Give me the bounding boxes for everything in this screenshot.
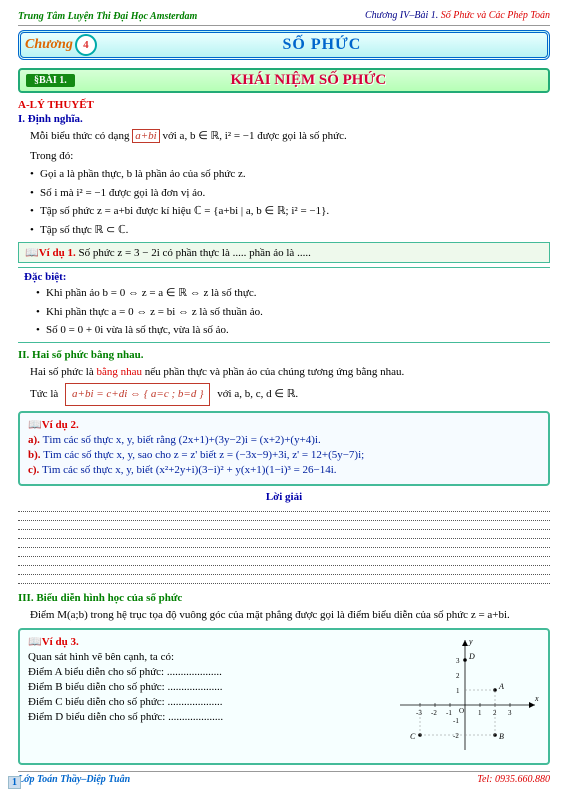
- bullet-4: Tập số thực ℝ ⊂ ℂ.: [40, 222, 550, 239]
- svg-text:1: 1: [456, 687, 460, 695]
- svg-text:D: D: [468, 652, 475, 661]
- ex2-a: Tìm các số thực x, y, biết rằng (2x+1)+(…: [43, 434, 321, 446]
- answer-line: [18, 538, 550, 539]
- book-icon: 📖: [28, 636, 42, 648]
- answer-line: [18, 574, 550, 575]
- loi-giai-title: Lời giải: [18, 491, 550, 503]
- svg-text:3: 3: [508, 709, 512, 717]
- header-right: Chương IV–Bài 1. Số Phức và Các Phép Toá…: [365, 10, 550, 21]
- section-a: A-LÝ THUYẾT: [18, 99, 550, 111]
- svg-text:C: C: [410, 732, 416, 741]
- ex1-body: Số phức z = 3 − 2i có phần thực là .....…: [76, 247, 311, 259]
- ex2-title: Ví dụ 2.: [42, 419, 79, 431]
- answer-line: [18, 583, 550, 584]
- svg-text:-2: -2: [453, 732, 459, 740]
- svg-text:3: 3: [456, 657, 460, 665]
- definition-text: Mỗi biểu thức có dạng a+bi với a, b ∈ ℝ,…: [30, 128, 550, 145]
- answer-line: [18, 547, 550, 548]
- bullet-2: Số i mà i² = −1 được gọi là đơn vị ảo.: [40, 185, 550, 202]
- svg-text:B: B: [499, 732, 504, 741]
- ex1-title: Ví dụ 1.: [39, 247, 76, 259]
- section-ii: II. Hai số phức bằng nhau.: [18, 349, 550, 361]
- svg-text:2: 2: [456, 672, 460, 680]
- svg-text:-3: -3: [416, 709, 422, 717]
- section-i: I. Định nghĩa.: [18, 113, 550, 125]
- p3-text: Điểm M(a;b) trong hệ trục tọa độ vuông g…: [30, 607, 550, 624]
- chapter-number: 4: [75, 34, 97, 56]
- ex3-b: Điểm B biểu diễn cho số phức: ..........…: [28, 681, 390, 693]
- svg-text:O: O: [459, 707, 464, 715]
- header-left: Trung Tâm Luyện Thi Đại Học Amsterdam: [18, 11, 197, 22]
- answer-line: [18, 565, 550, 566]
- chapter-title: SỐ PHỨC: [97, 36, 547, 54]
- dac-biet-box: Đặc biệt: Khi phần ảo b = 0 ⇔ z = a ∈ ℝ …: [18, 267, 550, 343]
- svg-text:-1: -1: [453, 717, 459, 725]
- answer-line: [18, 556, 550, 557]
- example-2-box: 📖Ví dụ 2. a). Tìm các số thực x, y, biết…: [18, 411, 550, 486]
- footer: Lớp Toán Thầy–Diệp Tuân Tel: 0935.660.88…: [18, 771, 550, 785]
- coordinate-plot: x y O -3-2-1 123 123 -1-2 D A B C: [390, 635, 540, 758]
- ex3-title: Ví dụ 3.: [42, 636, 79, 648]
- bang-nhau: bằng nhau: [96, 366, 142, 378]
- header-chapter: Chương IV–Bài 1.: [365, 10, 438, 21]
- lesson-bar: §BÀI 1. KHÁI NIỆM SỐ PHỨC: [18, 68, 550, 93]
- lesson-tag: §BÀI 1.: [26, 74, 75, 87]
- book-icon: 📖: [28, 419, 42, 431]
- lesson-title: KHÁI NIỆM SỐ PHỨC: [75, 72, 542, 89]
- dac-biet-title: Đặc biệt:: [24, 271, 550, 283]
- trong-do: Trong đó:: [30, 148, 550, 165]
- answer-line: [18, 511, 550, 512]
- ex3-a: Điểm A biểu diễn cho số phức: ..........…: [28, 666, 390, 678]
- bullet-1: Gọi a là phần thực, b là phần ảo của số …: [40, 166, 550, 183]
- page-number: 1: [8, 776, 21, 789]
- ex2-c: Tìm các số thực x, y, biết (x²+2y+i)(3−i…: [42, 464, 337, 476]
- db-1: Khi phần ảo b = 0 ⇔ z = a ∈ ℝ ⇔ z là số …: [46, 285, 550, 302]
- answer-line: [18, 520, 550, 521]
- ex3-d: Điểm D biểu diễn cho số phức: ..........…: [28, 711, 390, 723]
- equation-box: a+bi = c+di ⇔ { a=c ; b=d }: [65, 383, 210, 406]
- boxed-abi: a+bi: [132, 129, 159, 143]
- p2-text: Hai số phức là bằng nhau nếu phần thực v…: [30, 364, 550, 381]
- db-3: Số 0 = 0 + 0i vừa là số thực, vừa là số …: [46, 322, 550, 339]
- svg-text:1: 1: [478, 709, 482, 717]
- chapter-bar: Chương 4 SỐ PHỨC: [18, 30, 550, 60]
- ex3-intro: Quan sát hình vẽ bên cạnh, ta có:: [28, 651, 390, 663]
- example-3-box: 📖Ví dụ 3. Quan sát hình vẽ bên cạnh, ta …: [18, 628, 550, 765]
- section-iii: III. Biểu diễn hình học của số phức: [18, 592, 550, 604]
- svg-text:A: A: [498, 682, 504, 691]
- book-icon: 📖: [25, 247, 39, 259]
- p2-tuc: Tức là a+bi = c+di ⇔ { a=c ; b=d } với a…: [30, 383, 550, 406]
- svg-text:-2: -2: [431, 709, 437, 717]
- header-title: Số Phức và Các Phép Toán: [441, 10, 550, 21]
- svg-text:-1: -1: [446, 709, 452, 717]
- svg-text:x: x: [534, 694, 539, 703]
- footer-left: Lớp Toán Thầy–Diệp Tuân: [18, 774, 130, 785]
- svg-text:y: y: [468, 637, 473, 646]
- ex2-b: Tìm các số thực x, y, sao cho z = z' biế…: [43, 449, 364, 461]
- chapter-word: Chương: [25, 37, 73, 53]
- answer-line: [18, 529, 550, 530]
- db-2: Khi phần thực a = 0 ⇔ z = bi ⇔ z là số t…: [46, 304, 550, 321]
- ex3-c: Điểm C biểu diễn cho số phức: ..........…: [28, 696, 390, 708]
- footer-right: Tel: 0935.660.880: [477, 774, 550, 785]
- example-1: 📖Ví dụ 1. Số phức z = 3 − 2i có phần thự…: [18, 242, 550, 263]
- bullet-3: Tập số phức z = a+bi được kí hiệu ℂ = {a…: [40, 203, 550, 220]
